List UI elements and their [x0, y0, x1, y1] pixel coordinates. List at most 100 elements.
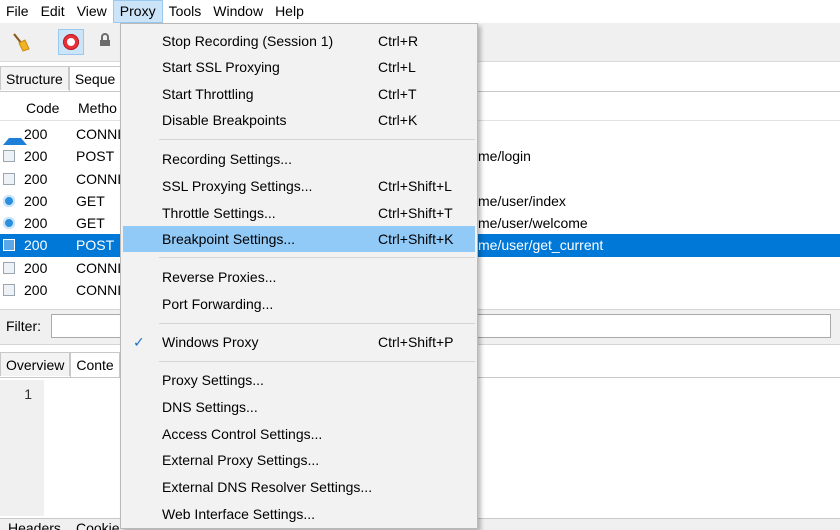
menu-edit[interactable]: Edit	[35, 0, 71, 23]
menu-item-label: Start SSL Proxying	[162, 59, 280, 75]
menu-item-reverse-proxies[interactable]: Reverse Proxies...	[123, 264, 475, 290]
path: me/user/index	[478, 192, 566, 209]
line-number: 1	[24, 386, 32, 402]
filter-label: Filter:	[6, 318, 41, 334]
menu-item-label: Disable Breakpoints	[162, 112, 287, 128]
checkmark-icon: ✓	[133, 334, 145, 350]
menu-item-web-interface-settings[interactable]: Web Interface Settings...	[123, 501, 475, 527]
menu-separator	[159, 139, 475, 140]
menu-separator	[159, 323, 475, 324]
menu-view[interactable]: View	[71, 0, 113, 23]
broom-icon	[13, 33, 30, 52]
menu-item-start-ssl-proxying[interactable]: Start SSL Proxying Ctrl+L	[123, 54, 475, 80]
menu-item-shortcut: Ctrl+T	[378, 86, 417, 102]
menu-item-shortcut: Ctrl+R	[378, 33, 419, 49]
menu-item-label: Windows Proxy	[162, 334, 259, 350]
method: CONNI	[76, 170, 122, 187]
path: me/login	[478, 148, 531, 165]
status-code: 200	[24, 170, 48, 187]
detail-tabs: Overview Conte	[0, 352, 120, 378]
lock-icon	[100, 33, 110, 46]
menu-item-disable-breakpoints[interactable]: Disable Breakpoints Ctrl+K	[123, 107, 475, 133]
menu-item-proxy-settings[interactable]: Proxy Settings...	[123, 367, 475, 393]
menu-item-label: Web Interface Settings...	[162, 506, 316, 522]
menu-item-shortcut: Ctrl+Shift+L	[378, 178, 452, 194]
html-circle-icon	[3, 194, 15, 207]
menu-help[interactable]: Help	[269, 0, 310, 23]
menu-item-label: Throttle Settings...	[162, 205, 276, 221]
path: me/user/get_current	[478, 237, 604, 254]
document-icon	[3, 261, 15, 274]
json-doc-icon	[3, 239, 15, 252]
status-code: 200	[24, 282, 48, 299]
menu-item-label: SSL Proxying Settings...	[162, 178, 313, 194]
menu-item-label: DNS Settings...	[162, 399, 258, 415]
line-number-gutter: 1	[0, 380, 44, 516]
html-circle-icon	[3, 217, 15, 230]
menu-item-shortcut: Ctrl+L	[378, 59, 416, 75]
column-method[interactable]: Metho	[78, 96, 117, 120]
proxy-menu-dropdown: Stop Recording (Session 1) Ctrl+R Start …	[120, 23, 478, 529]
status-code: 200	[24, 148, 48, 165]
clear-session-button[interactable]	[8, 29, 34, 55]
status-code: 200	[24, 215, 48, 232]
menu-item-label: Recording Settings...	[162, 151, 292, 167]
status-code: 200	[24, 126, 48, 142]
path: me/user/welcome	[478, 215, 588, 232]
menu-proxy[interactable]: Proxy	[112, 0, 163, 23]
menu-item-access-control-settings[interactable]: Access Control Settings...	[123, 421, 475, 447]
menu-item-dns-settings[interactable]: DNS Settings...	[123, 394, 475, 420]
menu-separator	[159, 361, 475, 362]
status-code: 200	[24, 192, 48, 209]
menu-item-label: External Proxy Settings...	[162, 452, 320, 468]
menu-item-throttle-settings[interactable]: Throttle Settings... Ctrl+Shift+T	[123, 200, 475, 226]
status-code: 200	[24, 237, 48, 254]
document-icon	[3, 284, 15, 297]
menu-item-shortcut: Ctrl+Shift+T	[378, 205, 453, 221]
menu-item-breakpoint-settings[interactable]: Breakpoint Settings... Ctrl+Shift+K	[123, 226, 475, 252]
json-doc-icon	[3, 150, 15, 163]
method: GET	[76, 192, 105, 209]
tab-structure[interactable]: Structure	[0, 66, 69, 90]
menu-item-ssl-proxying-settings[interactable]: SSL Proxying Settings... Ctrl+Shift+L	[123, 173, 475, 199]
status-code: 200	[24, 259, 48, 276]
menu-item-external-proxy-settings[interactable]: External Proxy Settings...	[123, 447, 475, 473]
method: CONNI	[76, 126, 122, 142]
menu-item-recording-settings[interactable]: Recording Settings...	[123, 146, 475, 172]
menu-item-shortcut: Ctrl+Shift+P	[378, 334, 454, 350]
menu-item-port-forwarding[interactable]: Port Forwarding...	[123, 291, 475, 317]
menu-item-windows-proxy[interactable]: ✓ Windows Proxy Ctrl+Shift+P	[123, 329, 475, 355]
menu-item-label: Stop Recording (Session 1)	[162, 33, 334, 49]
menu-item-label: Port Forwarding...	[162, 296, 274, 312]
menu-item-label: Proxy Settings...	[162, 372, 264, 388]
menu-item-label: Access Control Settings...	[162, 426, 323, 442]
menu-item-shortcut: Ctrl+Shift+K	[378, 231, 454, 247]
menu-item-label: Reverse Proxies...	[162, 269, 277, 285]
method: CONNI	[76, 259, 122, 276]
method: POST	[76, 237, 115, 254]
menu-bar: File Edit View Proxy Tools Window Help	[0, 0, 840, 23]
menu-item-label: External DNS Resolver Settings...	[162, 479, 373, 495]
menu-file[interactable]: File	[0, 0, 35, 23]
method: CONNI	[76, 282, 122, 299]
ssl-proxying-button[interactable]	[96, 29, 122, 55]
method: POST	[76, 148, 115, 165]
tab-sequence[interactable]: Seque	[68, 66, 122, 92]
menu-item-start-throttling[interactable]: Start Throttling Ctrl+T	[123, 81, 475, 107]
record-button[interactable]	[58, 29, 84, 55]
column-code[interactable]: Code	[26, 96, 59, 120]
record-icon-center	[67, 38, 75, 46]
tab-overview[interactable]: Overview	[0, 352, 71, 376]
menu-item-shortcut: Ctrl+K	[378, 112, 418, 128]
menu-item-stop-recording[interactable]: Stop Recording (Session 1) Ctrl+R	[123, 28, 475, 54]
tab-contents[interactable]: Conte	[70, 352, 120, 378]
view-tabs: Structure Seque	[0, 66, 122, 92]
menu-item-label: Start Throttling	[162, 86, 254, 102]
menu-tools[interactable]: Tools	[163, 0, 208, 23]
document-icon	[3, 172, 15, 185]
menu-separator	[159, 257, 475, 258]
menu-window[interactable]: Window	[207, 0, 269, 23]
method: GET	[76, 215, 105, 232]
menu-item-label: Breakpoint Settings...	[162, 231, 296, 247]
menu-item-external-dns-resolver-settings[interactable]: External DNS Resolver Settings...	[123, 474, 475, 500]
